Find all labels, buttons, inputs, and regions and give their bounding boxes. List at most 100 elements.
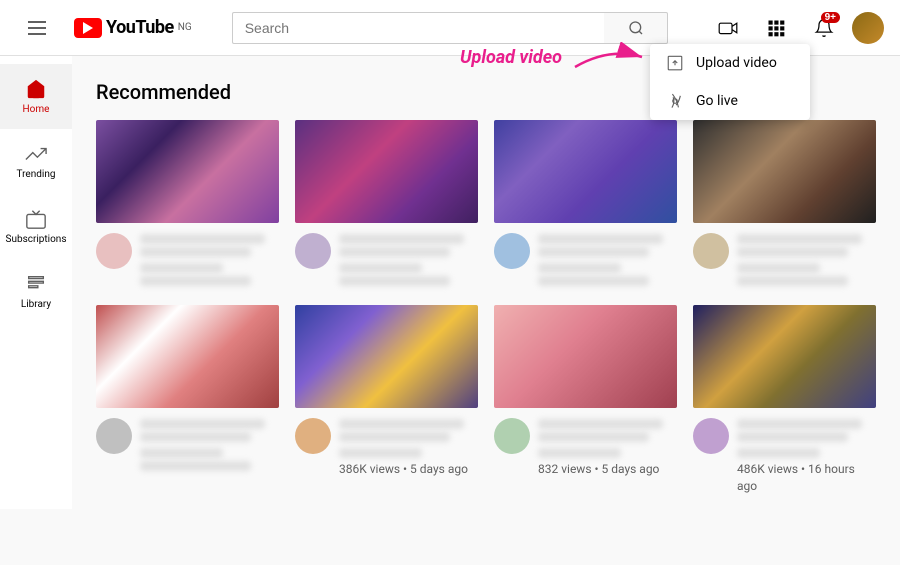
apps-icon [766, 18, 786, 38]
home-icon [25, 78, 47, 100]
video-card-1[interactable] [96, 120, 279, 289]
video-meta [339, 231, 478, 289]
video-card-6[interactable]: 386K views • 5 days ago [295, 305, 478, 495]
search-input[interactable] [232, 12, 604, 44]
avatar[interactable] [852, 12, 884, 44]
search-button[interactable] [604, 12, 668, 44]
header-left: YouTubeNG [16, 9, 192, 47]
video-title-2 [737, 432, 848, 442]
logo-ng: NG [178, 22, 192, 33]
golive-icon [666, 92, 684, 110]
sidebar-item-trending[interactable]: Trending [0, 129, 72, 194]
video-thumbnail [693, 305, 876, 408]
video-title [339, 234, 464, 244]
search-form [232, 12, 668, 44]
video-meta [140, 416, 279, 474]
video-card-8[interactable]: 486K views • 16 hours ago [693, 305, 876, 495]
notification-button[interactable]: 9+ [804, 8, 844, 48]
sidebar: Home Trending Subscriptions Library [0, 56, 72, 509]
subscriptions-icon [25, 208, 47, 230]
channel-name [538, 263, 621, 273]
camera-icon [717, 20, 739, 36]
video-title [339, 419, 464, 429]
sidebar-library-label: Library [21, 299, 51, 310]
channel-name [737, 448, 820, 458]
header-right: 9+ [708, 8, 884, 48]
sidebar-trending-label: Trending [17, 169, 56, 180]
sidebar-item-library[interactable]: Library [0, 259, 72, 324]
sidebar-home-label: Home [23, 104, 50, 115]
video-card-5[interactable] [96, 305, 279, 495]
upload-video-item[interactable]: Upload video [650, 44, 810, 82]
video-card-3[interactable] [494, 120, 677, 289]
video-meta [737, 231, 876, 289]
channel-avatar [96, 233, 132, 269]
video-title-2 [538, 432, 649, 442]
channel-name [339, 448, 422, 458]
video-thumbnail [96, 305, 279, 408]
video-meta [538, 231, 677, 289]
youtube-logo-icon [74, 18, 102, 38]
channel-avatar [494, 418, 530, 454]
video-title [737, 419, 862, 429]
video-title-2 [339, 432, 450, 442]
video-stats [140, 461, 251, 471]
video-stats [737, 276, 848, 286]
video-info: 832 views • 5 days ago [494, 416, 677, 478]
channel-avatar [693, 233, 729, 269]
video-info [295, 231, 478, 289]
video-thumbnail [295, 305, 478, 408]
video-thumbnail [494, 305, 677, 408]
video-title-2 [140, 432, 251, 442]
video-card-7[interactable]: 832 views • 5 days ago [494, 305, 677, 495]
library-icon [25, 273, 47, 295]
video-meta: 386K views • 5 days ago [339, 416, 478, 478]
video-stats [538, 276, 649, 286]
video-title-2 [140, 247, 251, 257]
video-stats [339, 276, 450, 286]
sidebar-item-subscriptions[interactable]: Subscriptions [0, 194, 72, 259]
channel-name [339, 263, 422, 273]
video-card-2[interactable] [295, 120, 478, 289]
video-title [140, 419, 265, 429]
notification-badge: 9+ [821, 12, 840, 23]
video-info [96, 416, 279, 474]
trending-icon [25, 143, 47, 165]
hamburger-button[interactable] [16, 9, 58, 47]
channel-name [140, 263, 223, 273]
channel-avatar [295, 418, 331, 454]
channel-avatar [295, 233, 331, 269]
video-info: 386K views • 5 days ago [295, 416, 478, 478]
video-grid: 386K views • 5 days ago 832 views • 5 da… [96, 120, 876, 494]
channel-avatar [96, 418, 132, 454]
video-stats: 486K views • 16 hours ago [737, 461, 876, 495]
video-title-2 [538, 247, 649, 257]
video-meta: 832 views • 5 days ago [538, 416, 677, 478]
channel-avatar [693, 418, 729, 454]
video-stats: 832 views • 5 days ago [538, 461, 677, 478]
channel-name [538, 448, 621, 458]
video-title [538, 234, 663, 244]
logo[interactable]: YouTubeNG [74, 17, 192, 38]
upload-dropdown: Upload video Go live [650, 44, 810, 120]
video-title [140, 234, 265, 244]
video-stats [140, 276, 251, 286]
channel-avatar [494, 233, 530, 269]
camera-button[interactable] [708, 8, 748, 48]
apps-button[interactable] [756, 8, 796, 48]
sidebar-item-home[interactable]: Home [0, 64, 72, 129]
video-card-4[interactable] [693, 120, 876, 289]
hamburger-icon [24, 17, 50, 39]
video-title [538, 419, 663, 429]
video-meta [140, 231, 279, 289]
channel-name [737, 263, 820, 273]
main-content: Recommended [72, 56, 900, 518]
video-title-2 [339, 247, 450, 257]
upload-video-label: Upload video [696, 55, 777, 71]
upload-icon [666, 54, 684, 72]
video-stats: 386K views • 5 days ago [339, 461, 478, 478]
search-icon [628, 20, 644, 36]
video-thumbnail [693, 120, 876, 223]
video-thumbnail [295, 120, 478, 223]
go-live-item[interactable]: Go live [650, 82, 810, 120]
